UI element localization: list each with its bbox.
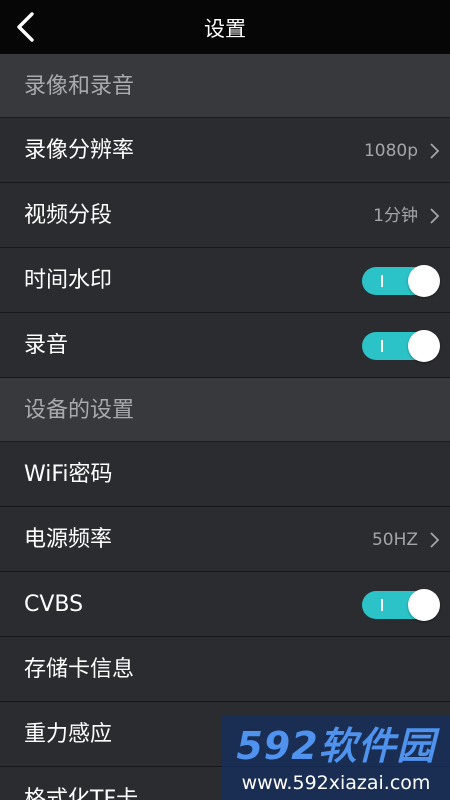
setting-row-video-resolution[interactable]: 录像分辨率 1080p bbox=[0, 118, 450, 183]
time-watermark-toggle[interactable] bbox=[362, 265, 440, 297]
setting-row-power-frequency[interactable]: 电源频率 50HZ bbox=[0, 507, 450, 572]
toggle-knob bbox=[408, 589, 440, 621]
site-watermark: 592软件园 www.592xiazai.com bbox=[222, 716, 450, 800]
setting-label: 存储卡信息 bbox=[24, 657, 135, 682]
setting-label: 视频分段 bbox=[24, 203, 113, 228]
title-bar: 设置 bbox=[0, 0, 450, 54]
toggle-on-indicator-icon bbox=[381, 599, 383, 611]
setting-label: 时间水印 bbox=[24, 268, 113, 293]
toggle-knob bbox=[408, 265, 440, 297]
audio-recording-toggle[interactable] bbox=[362, 330, 440, 362]
setting-label: CVBS bbox=[24, 592, 84, 617]
setting-row-storage-card-info[interactable]: 存储卡信息 bbox=[0, 637, 450, 702]
setting-row-audio-recording: 录音 bbox=[0, 313, 450, 378]
section-title: 设备的设置 bbox=[24, 398, 135, 423]
setting-label: 录像分辨率 bbox=[24, 138, 135, 163]
chevron-right-icon bbox=[428, 531, 440, 549]
chevron-right-icon bbox=[428, 207, 440, 225]
setting-value: 50HZ bbox=[371, 530, 418, 550]
settings-list: 录像和录音 录像分辨率 1080p 视频分段 1分钟 时间水印 录音 设备的设置… bbox=[0, 54, 450, 800]
settings-screen: 设置 录像和录音 录像分辨率 1080p 视频分段 1分钟 时间水印 录音 设备… bbox=[0, 0, 450, 800]
toggle-on-indicator-icon bbox=[381, 340, 383, 352]
section-header-device: 设备的设置 bbox=[0, 378, 450, 442]
setting-row-wifi-password[interactable]: WiFi密码 bbox=[0, 442, 450, 507]
back-button[interactable] bbox=[8, 5, 48, 49]
setting-row-cvbs: CVBS bbox=[0, 572, 450, 637]
section-header-recording: 录像和录音 bbox=[0, 54, 450, 118]
chevron-right-icon bbox=[428, 142, 440, 160]
setting-row-video-segment[interactable]: 视频分段 1分钟 bbox=[0, 183, 450, 248]
toggle-knob bbox=[408, 330, 440, 362]
watermark-brand: 592软件园 bbox=[236, 724, 436, 768]
toggle-on-indicator-icon bbox=[381, 275, 383, 287]
page-title: 设置 bbox=[204, 17, 246, 41]
setting-label: 录音 bbox=[24, 333, 69, 358]
cvbs-toggle[interactable] bbox=[362, 589, 440, 621]
back-arrow-icon bbox=[8, 5, 48, 49]
setting-label: 重力感应 bbox=[24, 722, 113, 747]
section-title: 录像和录音 bbox=[24, 74, 135, 99]
setting-value: 1分钟 bbox=[373, 206, 418, 226]
setting-row-time-watermark: 时间水印 bbox=[0, 248, 450, 313]
setting-label: WiFi密码 bbox=[24, 462, 113, 487]
watermark-url: www.592xiazai.com bbox=[241, 772, 431, 794]
setting-label: 格式化TF卡 bbox=[24, 787, 139, 800]
setting-label: 电源频率 bbox=[24, 527, 113, 552]
setting-value: 1080p bbox=[363, 141, 418, 161]
